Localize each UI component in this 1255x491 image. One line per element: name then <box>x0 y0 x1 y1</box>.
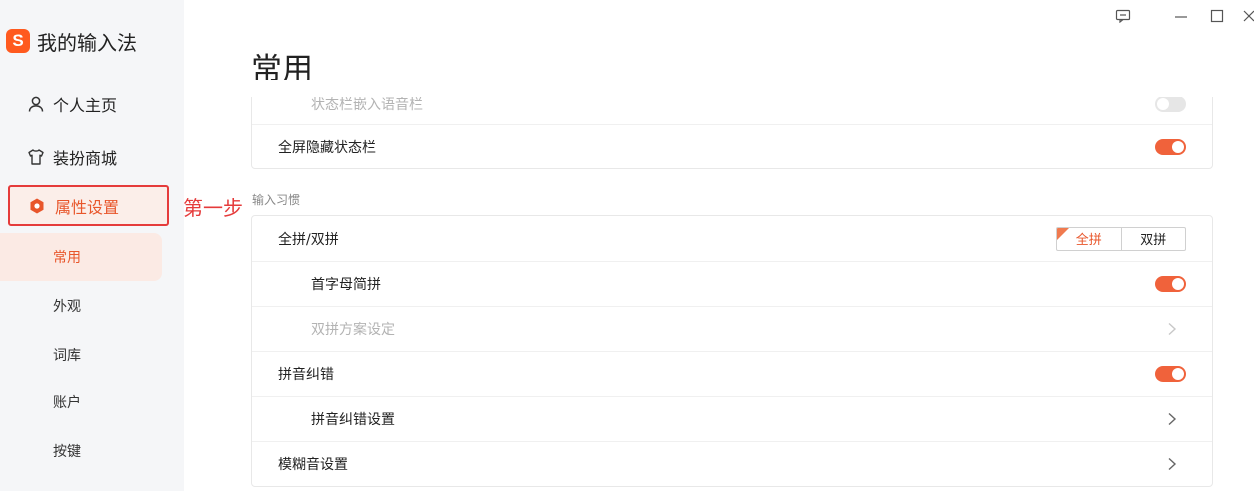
divider <box>252 396 1212 397</box>
segment-double-pinyin[interactable]: 双拼 <box>1120 227 1186 250</box>
divider <box>252 124 1212 125</box>
setting-row-pinyin-correction: 拼音纠错 <box>252 351 1212 396</box>
app-title: 我的输入法 <box>37 30 137 55</box>
user-icon <box>27 95 45 113</box>
segment-label: 双拼 <box>1140 233 1167 248</box>
sub-item-dictionary[interactable]: 词库 <box>0 331 162 379</box>
setting-row-initial-abbrev: 首字母简拼 <box>252 261 1212 306</box>
minimize-icon[interactable] <box>1172 6 1190 26</box>
close-icon[interactable] <box>1241 6 1255 26</box>
pinyin-correction-toggle[interactable] <box>1155 365 1186 382</box>
feedback-icon[interactable] <box>1114 6 1132 26</box>
nav-item-label: 个人主页 <box>53 96 118 115</box>
sub-item-appearance[interactable]: 外观 <box>0 282 162 330</box>
embed-voice-bar-toggle[interactable] <box>1155 95 1186 112</box>
selected-corner-icon <box>1057 227 1069 240</box>
divider <box>252 441 1212 442</box>
sub-item-label: 常用 <box>53 250 81 266</box>
nav-item-settings[interactable]: 属性设置 <box>8 185 169 226</box>
setting-label: 拼音纠错设置 <box>311 411 395 428</box>
sidebar: S 我的输入法 个人主页 装扮商城 属性设置 常用 外观 词库 账户 按键 <box>0 0 184 491</box>
setting-label: 全屏隐藏状态栏 <box>278 139 376 156</box>
setting-row-fullscreen-hide: 全屏隐藏状态栏 <box>252 124 1212 169</box>
fullscreen-hide-toggle[interactable] <box>1155 138 1186 155</box>
scroll-mask <box>251 80 1213 97</box>
nav-item-label: 装扮商城 <box>53 149 118 168</box>
nav-item-shop[interactable]: 装扮商城 <box>0 139 184 175</box>
divider <box>252 306 1212 307</box>
shirt-icon <box>27 148 45 166</box>
pinyin-mode-segmented: 全拼 双拼 <box>1056 226 1186 251</box>
section-label-input-habit: 输入习惯 <box>252 193 301 207</box>
divider <box>252 261 1212 262</box>
sub-item-label: 外观 <box>53 299 81 315</box>
initial-abbrev-toggle[interactable] <box>1155 275 1186 292</box>
setting-row-double-pinyin-scheme[interactable]: 双拼方案设定 <box>252 306 1212 351</box>
sogou-logo-icon: S <box>6 29 30 53</box>
step-annotation: 第一步 <box>183 196 243 220</box>
sub-item-account[interactable]: 账户 <box>0 378 162 426</box>
setting-row-fuzzy-sound[interactable]: 模糊音设置 <box>252 441 1212 486</box>
nav-item-profile[interactable]: 个人主页 <box>0 86 184 122</box>
setting-label: 首字母简拼 <box>311 276 381 293</box>
settings-hexagon-icon <box>28 197 46 215</box>
nav-item-label: 属性设置 <box>55 197 120 217</box>
maximize-icon[interactable] <box>1208 6 1226 26</box>
sub-item-label: 账户 <box>53 395 81 411</box>
setting-label: 模糊音设置 <box>278 456 348 473</box>
sub-item-general[interactable]: 常用 <box>0 233 162 281</box>
chevron-right-icon <box>1168 457 1177 470</box>
sub-item-keys[interactable]: 按键 <box>0 427 162 475</box>
brand: S 我的输入法 <box>6 26 137 56</box>
segment-label: 全拼 <box>1075 233 1102 248</box>
setting-label: 双拼方案设定 <box>311 321 395 338</box>
sub-item-label: 词库 <box>53 348 81 364</box>
setting-row-pinyin-mode: 全拼/双拼 全拼 双拼 <box>252 216 1212 261</box>
sub-item-label: 按键 <box>53 444 81 460</box>
chevron-right-icon <box>1168 322 1177 335</box>
settings-card-input-habit: 全拼/双拼 全拼 双拼 首字母简拼 双拼方案设定 拼音纠错 拼音纠错设置 模糊音… <box>251 215 1213 487</box>
setting-label: 拼音纠错 <box>278 366 334 383</box>
chevron-right-icon <box>1168 412 1177 425</box>
setting-row-pinyin-correction-settings[interactable]: 拼音纠错设置 <box>252 396 1212 441</box>
divider <box>252 351 1212 352</box>
setting-label: 全拼/双拼 <box>278 231 339 248</box>
segment-full-pinyin[interactable]: 全拼 <box>1057 227 1122 250</box>
